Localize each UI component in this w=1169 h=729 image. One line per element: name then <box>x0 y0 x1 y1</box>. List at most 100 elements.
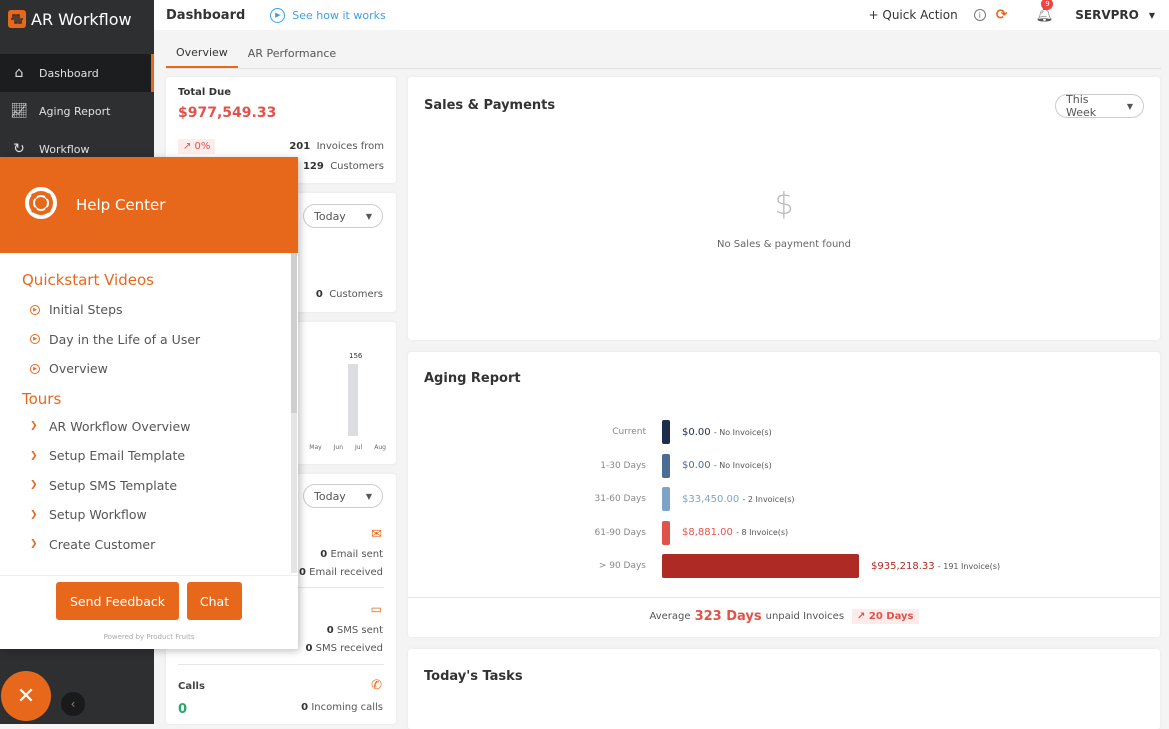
aging-bar[interactable] <box>662 420 670 444</box>
tab-overview[interactable]: Overview <box>166 38 238 68</box>
aging-amount: $0.00 <box>682 426 711 438</box>
sales-title: Sales & Payments <box>424 98 556 113</box>
caret-down-icon: ▼ <box>365 211 372 221</box>
aging-title: Aging Report <box>424 371 521 386</box>
help-title: Help Center <box>76 196 166 214</box>
caret-down-icon: ▼ <box>365 491 372 501</box>
app-logo[interactable]: AR Workflow <box>0 0 154 38</box>
tour-item[interactable]: ❯ Setup Workflow <box>30 500 298 530</box>
period-filter[interactable]: Today ▼ <box>303 204 383 228</box>
sms-received: 0 SMS received <box>305 643 383 654</box>
video-item[interactable]: ▶ Overview <box>30 354 298 384</box>
caret-down-icon[interactable]: ▼ <box>1149 11 1155 20</box>
aging-bar[interactable] <box>662 520 670 545</box>
tour-item[interactable]: ❯ AR Workflow Overview <box>30 412 298 442</box>
aging-label: Current <box>612 427 646 437</box>
aging-bar[interactable] <box>662 487 670 511</box>
todays-tasks-card: Today's Tasks <box>408 649 1160 729</box>
aging-row: 61-90 Days $8,881.00 - 8 Invoice(s) <box>408 520 1160 545</box>
tab-ar-performance[interactable]: AR Performance <box>238 38 346 68</box>
help-center-panel: Help Center Quickstart Videos ▶ Initial S… <box>0 157 298 649</box>
calls-title: Calls <box>178 681 205 692</box>
average-days: 323 Days <box>694 609 762 624</box>
play-icon: ▶ <box>270 7 286 23</box>
calls-total: 0 <box>178 702 188 717</box>
send-feedback-button[interactable]: Send Feedback <box>56 582 179 620</box>
play-icon: ▶ <box>30 304 40 315</box>
caret-down-icon: ▼ <box>1126 101 1133 111</box>
total-due-title: Total Due <box>178 87 232 98</box>
aging-label: 1-30 Days <box>600 460 646 471</box>
aging-bar[interactable] <box>662 554 859 578</box>
sms-icon: ▭ <box>370 602 382 616</box>
average-suffix: unpaid Invoices <box>765 611 845 622</box>
tasks-title: Today's Tasks <box>424 669 523 684</box>
home-icon: ⌂ <box>14 65 24 81</box>
quick-action-button[interactable]: + Quick Action <box>869 8 958 22</box>
info-icon[interactable]: i <box>973 9 986 21</box>
average-trend-badge: ↗ 20 Days <box>852 609 919 624</box>
close-help-button[interactable]: ✕ <box>1 671 51 721</box>
aging-amount: $935,218.33 <box>871 560 935 572</box>
top-bar: Dashboard ▶ See how it works + Quick Act… <box>154 0 1169 30</box>
tour-item[interactable]: ❯ Setup Email Template <box>30 441 298 471</box>
help-scrollbar[interactable] <box>291 253 297 573</box>
bar-value-label: 156 <box>349 352 363 360</box>
phone-icon: ✆ <box>371 678 382 693</box>
play-icon: ▶ <box>30 334 40 345</box>
see-how-it-works-link[interactable]: ▶ See how it works <box>270 7 386 23</box>
sidebar-item-aging-report[interactable]: 📈︎ Aging Report <box>0 92 154 130</box>
aging-row: 1-30 Days $0.00 - No Invoice(s) <box>408 453 1160 478</box>
app-name: AR Workflow <box>31 9 132 29</box>
aging-invoice-count: - No Invoice(s) <box>713 427 772 437</box>
sms-sent: 0 SMS sent <box>326 625 383 636</box>
aging-value: $33,450.00 - 2 Invoice(s) <box>682 494 795 505</box>
scrollbar-thumb[interactable] <box>291 253 297 413</box>
help-footer: Send Feedback Chat Powered by Product Fr… <box>0 575 298 649</box>
page-title: Dashboard <box>166 7 246 23</box>
aging-amount: $33,450.00 <box>682 493 740 505</box>
workflow-icon: ↻ <box>13 141 25 157</box>
aging-bar[interactable] <box>662 453 670 478</box>
see-how-label: See how it works <box>292 8 386 22</box>
aging-chart: Current $0.00 - No Invoice(s) 1-30 Days $0.… <box>408 420 1160 590</box>
sales-payments-card: Sales & Payments This Week ▼ $ No Sales &… <box>408 77 1160 340</box>
aging-average: Average 323 Days unpaid Invoices ↗ 20 Da… <box>408 609 1160 624</box>
email-icon: ✉ <box>371 527 382 542</box>
collapse-sidebar-button[interactable]: ‹ <box>61 692 85 716</box>
aging-amount: $0.00 <box>682 460 711 471</box>
aging-invoice-count: - No Invoice(s) <box>713 461 772 470</box>
average-prefix: Average <box>649 611 691 622</box>
aging-value: $8,881.00 - 8 Invoice(s) <box>682 527 788 538</box>
aging-row: 31-60 Days $33,450.00 - 2 Invoice(s) <box>408 487 1160 511</box>
sales-period-filter[interactable]: This Week ▼ <box>1055 93 1144 119</box>
close-icon: ✕ <box>16 683 36 709</box>
sidebar-item-dashboard[interactable]: ⌂ Dashboard <box>0 54 154 92</box>
video-item[interactable]: ▶ Initial Steps <box>30 295 298 325</box>
tour-item[interactable]: ❯ Create Customer <box>30 530 298 560</box>
user-menu[interactable]: SERVPRO <box>1075 8 1139 22</box>
powered-by: Powered by Product Fruits <box>103 633 195 641</box>
aging-invoice-count: - 191 Invoice(s) <box>937 561 1001 571</box>
invoices-summary: 201 Invoices from <box>289 141 384 152</box>
aging-label: 31-60 Days <box>594 494 646 504</box>
sidebar-item-label: Workflow <box>39 142 90 156</box>
email-sent: 0 Email sent <box>320 549 383 560</box>
chevron-right-icon: ❯ <box>30 539 38 550</box>
chevron-right-icon: ❯ <box>30 509 38 520</box>
sidebar-item-label: Dashboard <box>39 66 99 80</box>
video-item[interactable]: ▶ Day in the Life of a User <box>30 325 298 355</box>
refresh-icon[interactable]: ⟳ <box>996 7 1008 23</box>
chat-button[interactable]: Chat <box>187 582 242 620</box>
tick-label: May <box>309 444 322 451</box>
notifications-button[interactable]: 🔔︎ 9 <box>1035 0 1054 23</box>
tour-item[interactable]: ❯ Setup SMS Template <box>30 471 298 501</box>
communication-period-filter[interactable]: Today ▼ <box>303 484 383 508</box>
chevron-right-icon: ❯ <box>30 421 38 432</box>
tick-label: Jun <box>333 444 344 451</box>
quickstart-title: Quickstart Videos <box>22 271 154 289</box>
aging-value: $0.00 - No Invoice(s) <box>682 427 772 438</box>
aging-amount: $8,881.00 <box>682 527 733 538</box>
lifebuoy-icon <box>24 186 58 224</box>
tick-label: Aug <box>374 444 386 451</box>
